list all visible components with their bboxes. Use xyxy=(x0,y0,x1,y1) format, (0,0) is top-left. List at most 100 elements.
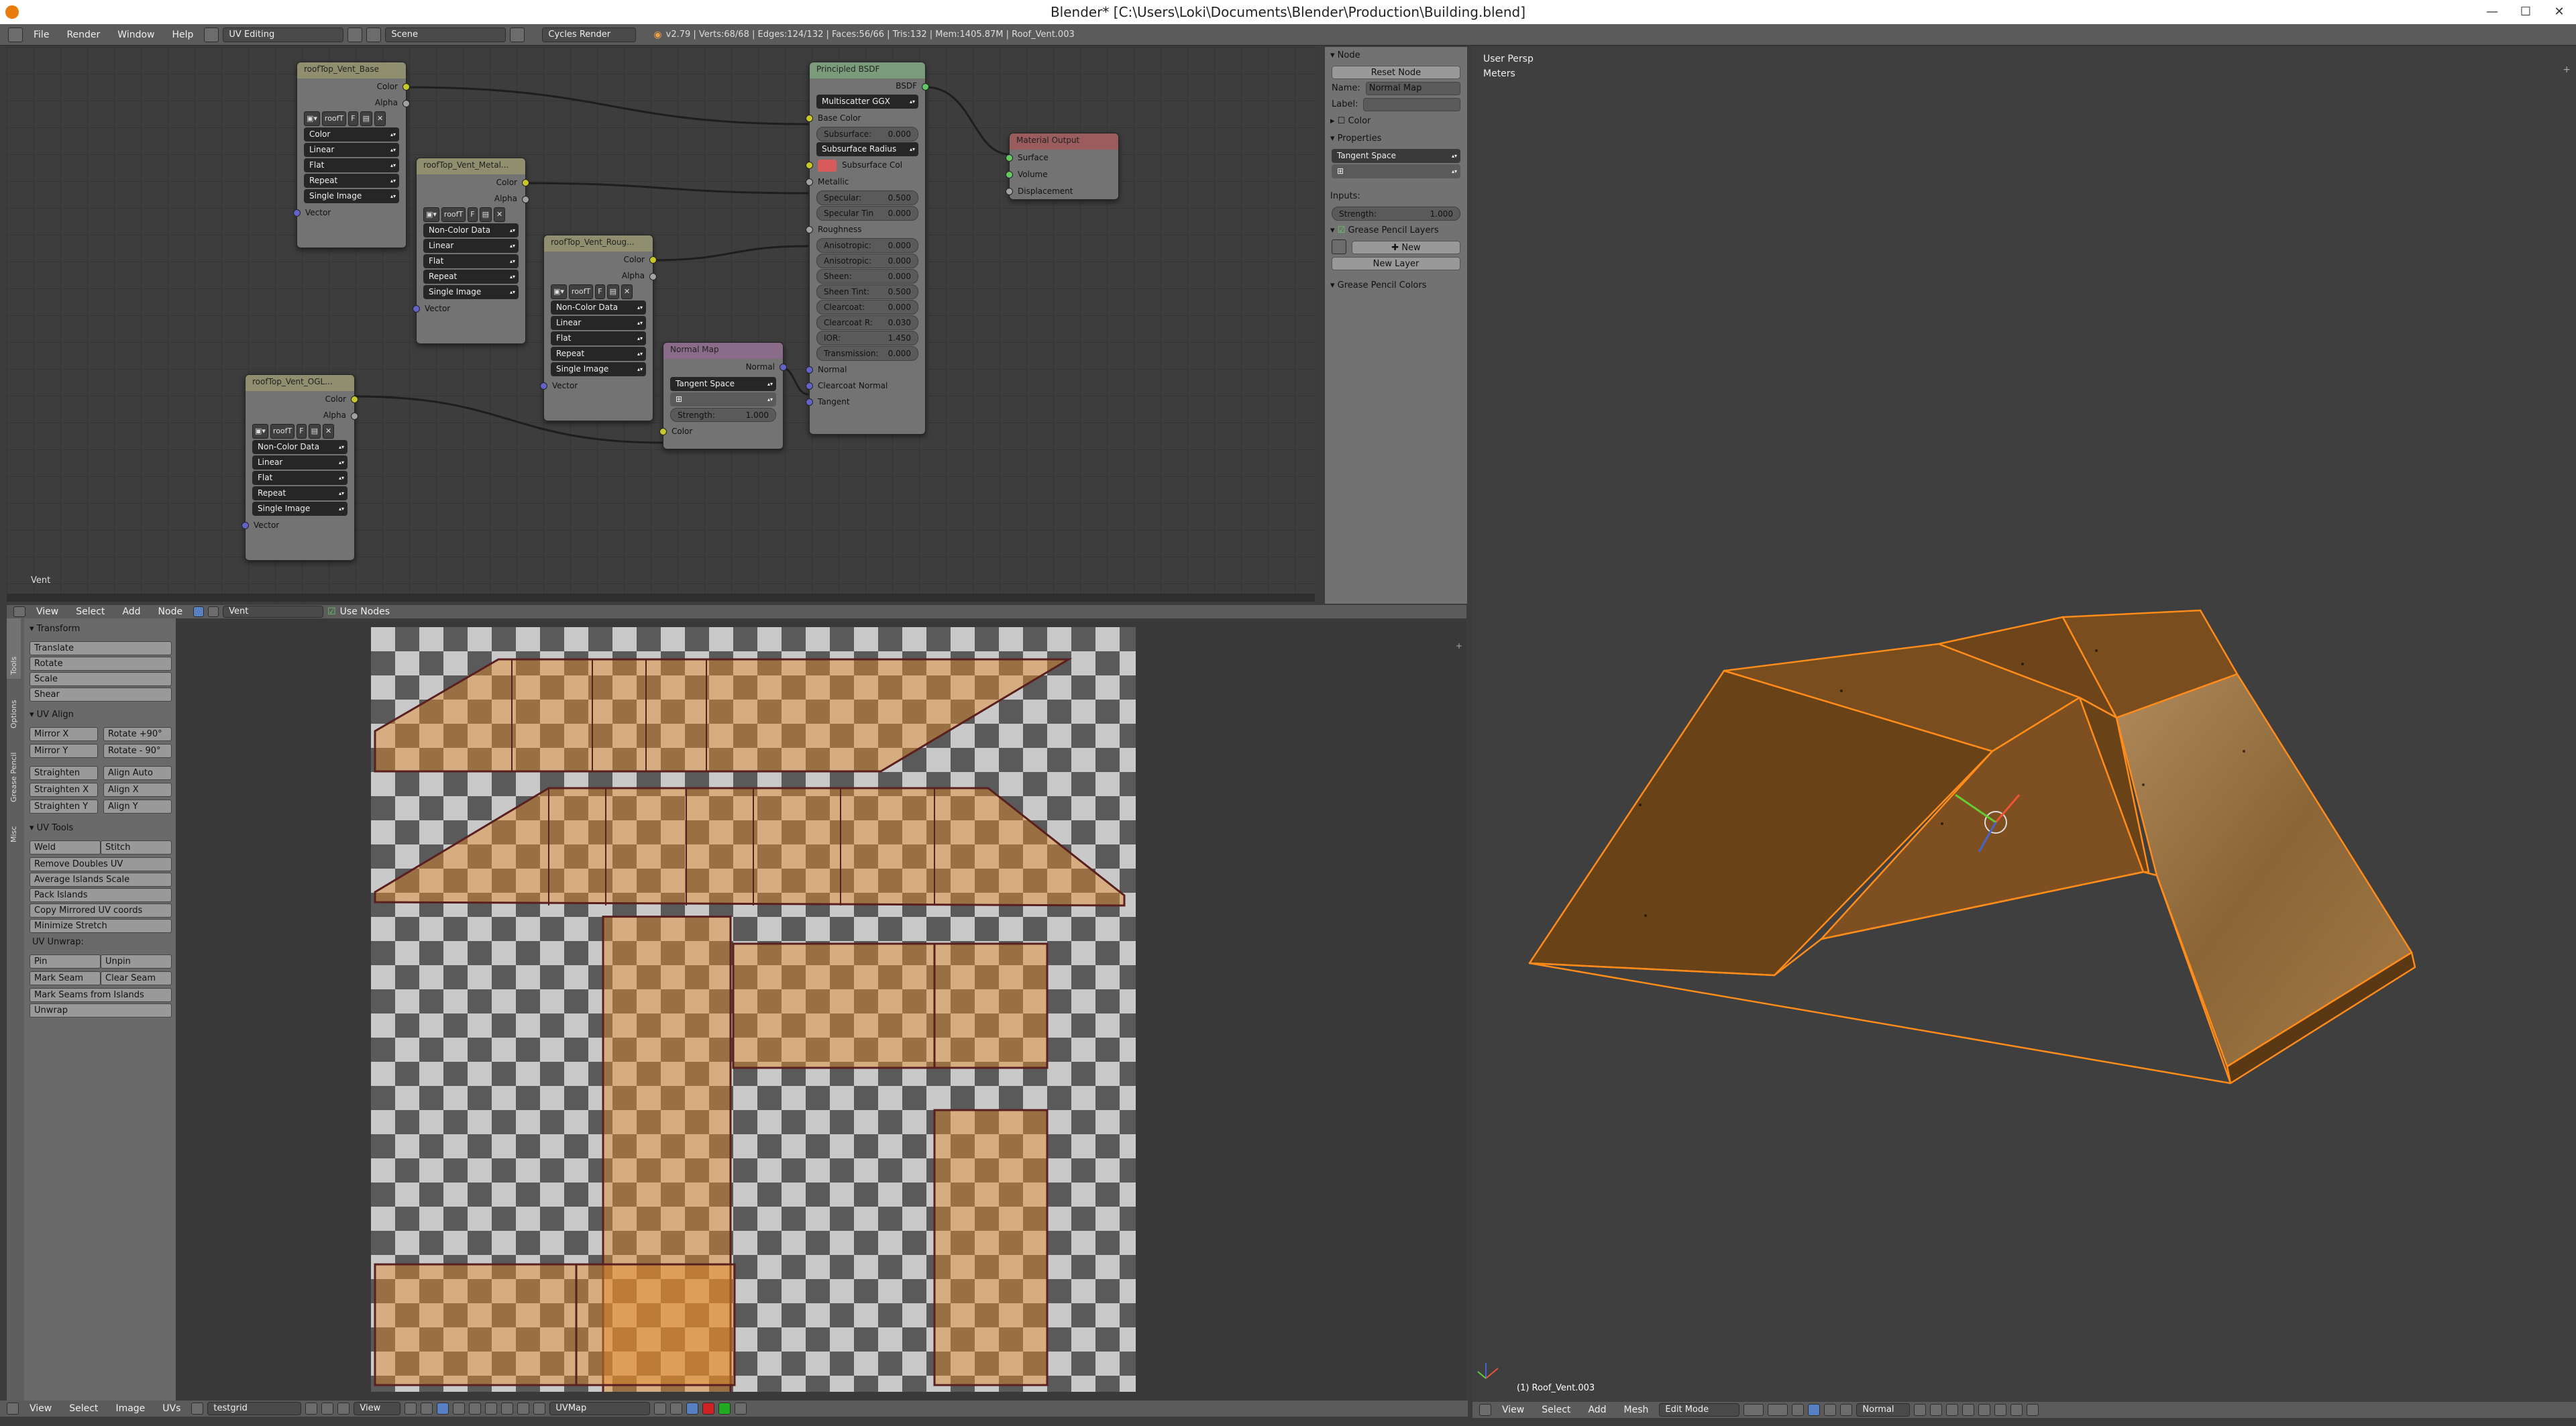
image-name[interactable]: roofT xyxy=(270,424,295,439)
projection-select[interactable]: Flat xyxy=(551,331,646,345)
copy-mirrored-uv-button[interactable]: Copy Mirrored UV coords xyxy=(30,903,172,918)
plus-icon[interactable]: + xyxy=(1456,641,1462,651)
uv-map-select[interactable]: UVMap xyxy=(549,1402,651,1415)
image-texture-node-base[interactable]: roofTop_Vent_Base Color Alpha ▣▾ roofT F ▤ ✕… xyxy=(293,62,410,248)
image-selector[interactable]: ▣▾ roofT F ▤ ✕ xyxy=(551,284,646,299)
socket-input[interactable] xyxy=(806,398,813,406)
socket-input[interactable] xyxy=(659,428,667,435)
add-scene-icon[interactable] xyxy=(510,27,525,42)
menu-render[interactable]: Render xyxy=(60,30,107,40)
bsdf-input-field[interactable]: Clearcoat R: 0.030 xyxy=(816,315,918,330)
menu-add[interactable]: Add xyxy=(1581,1405,1613,1415)
uv-tools-panel-header[interactable]: ▾ UV Tools xyxy=(30,822,172,839)
mirror-x-button[interactable]: Mirror X xyxy=(30,727,98,741)
editor-type-icon[interactable] xyxy=(8,27,23,42)
menu-uvs[interactable]: UVs xyxy=(156,1403,187,1414)
menu-help[interactable]: Help xyxy=(165,30,200,40)
gp-browse-icon[interactable] xyxy=(1332,239,1346,254)
uv-map-field[interactable]: ⊞ xyxy=(1332,164,1460,178)
image-name[interactable]: roofT xyxy=(321,111,347,126)
screen-layout-icon[interactable] xyxy=(204,27,219,42)
uv-map-field[interactable]: ⊞ xyxy=(670,392,776,406)
reset-node-button[interactable]: Reset Node xyxy=(1332,66,1460,79)
node-section-header[interactable]: ▾ Node xyxy=(1325,47,1467,64)
stitch-button[interactable]: Stitch xyxy=(101,840,172,855)
checkbox-icon[interactable]: ☑ xyxy=(1338,225,1346,235)
node-editor[interactable]: roofTop_Vent_Base Color Alpha ▣▾ roofT F ▤ ✕… xyxy=(7,47,1315,604)
unlink-icon[interactable]: ✕ xyxy=(621,284,633,299)
socket-input[interactable] xyxy=(1006,154,1013,162)
material-select[interactable]: Vent xyxy=(223,606,324,618)
source-select[interactable]: Single Image xyxy=(304,189,399,203)
properties-section-header[interactable]: ▾ Properties xyxy=(1325,130,1467,148)
socket-input[interactable] xyxy=(1006,188,1013,195)
socket-input[interactable] xyxy=(806,366,813,374)
menu-select[interactable]: Select xyxy=(1535,1405,1577,1415)
display-channels-icon[interactable] xyxy=(686,1403,699,1415)
mirror-y-button[interactable]: Mirror Y xyxy=(30,744,98,758)
projection-select[interactable]: Flat xyxy=(304,158,399,172)
image-browse-icon[interactable] xyxy=(191,1403,204,1415)
transform-orientation-select[interactable]: Normal xyxy=(1856,1403,1911,1417)
menu-window[interactable]: Window xyxy=(111,30,161,40)
color-section-header[interactable]: ▸ ☐ Color xyxy=(1325,113,1467,130)
image-browse-icon[interactable]: ▣▾ xyxy=(551,284,567,299)
normal-space-select[interactable]: Tangent Space xyxy=(1332,149,1460,163)
fake-user-button[interactable]: F xyxy=(348,111,358,126)
align-auto-button[interactable]: Align Auto xyxy=(103,766,172,780)
node-label-field[interactable] xyxy=(1363,98,1460,111)
3d-viewport[interactable]: User Persp Meters + (1) Roof_Vent.003 xyxy=(1472,47,2576,1402)
pack-islands-button[interactable]: Pack Islands xyxy=(30,888,172,902)
mode-select[interactable]: Edit Mode xyxy=(1659,1403,1740,1417)
bsdf-input-field[interactable]: Anisotropic: 0.000 xyxy=(816,254,918,268)
normal-map-node[interactable]: Normal Map Normal Tangent Space ⊞ Streng… xyxy=(659,342,787,449)
editor-type-icon[interactable] xyxy=(13,606,25,617)
socket-input[interactable] xyxy=(806,382,813,390)
image-browse-icon[interactable]: ▣▾ xyxy=(304,111,320,126)
new-image-icon[interactable] xyxy=(321,1403,334,1415)
menu-view[interactable]: View xyxy=(23,1403,58,1414)
pin-icon[interactable] xyxy=(670,1403,683,1415)
screen-layout-select[interactable]: UV Editing xyxy=(223,27,344,42)
color-swatch[interactable] xyxy=(818,159,837,172)
projection-select[interactable]: Flat xyxy=(252,471,347,485)
grease-pencil-colors-header[interactable]: ▾ Grease Pencil Colors xyxy=(1325,277,1467,294)
strength-field[interactable]: Strength: 1.000 xyxy=(670,408,776,422)
bsdf-input-dropdown[interactable]: Subsurface Radius xyxy=(816,142,918,156)
socket-input[interactable] xyxy=(806,162,813,169)
socket-output[interactable] xyxy=(649,273,657,280)
socket-output[interactable] xyxy=(351,413,358,420)
image-browse-icon[interactable]: ▣▾ xyxy=(423,207,439,222)
use-nodes-checkbox-icon[interactable]: ☑ xyxy=(327,606,336,617)
normal-space-select[interactable]: Tangent Space xyxy=(670,377,776,391)
minimize-stretch-button[interactable]: Minimize Stretch xyxy=(30,919,172,933)
lock-icon[interactable] xyxy=(735,1403,747,1415)
socket-input[interactable] xyxy=(293,209,301,217)
socket-input[interactable] xyxy=(806,115,813,122)
viewport-shading-icon[interactable] xyxy=(1743,1404,1764,1416)
straighten-button[interactable]: Straighten xyxy=(30,766,98,780)
menu-node[interactable]: Node xyxy=(152,606,190,617)
image-name[interactable]: roofT xyxy=(568,284,594,299)
scene-icon[interactable] xyxy=(366,27,382,42)
render-engine-select[interactable]: Cycles Render xyxy=(542,27,637,42)
bsdf-input-field[interactable]: Clearcoat: 0.000 xyxy=(816,300,918,315)
image-selector[interactable]: ▣▾ roofT F ▤ ✕ xyxy=(252,424,347,439)
socket-output[interactable] xyxy=(402,100,410,107)
edge-select-icon[interactable] xyxy=(453,1403,466,1415)
view-mode-select[interactable]: View xyxy=(354,1402,401,1415)
projection-select[interactable]: Flat xyxy=(423,254,519,268)
snap-element-icon[interactable] xyxy=(2010,1404,2023,1416)
align-y-button[interactable]: Align Y xyxy=(103,800,172,814)
menu-mesh[interactable]: Mesh xyxy=(1617,1405,1656,1415)
straighten-y-button[interactable]: Straighten Y xyxy=(30,800,98,814)
unlink-icon[interactable]: ✕ xyxy=(374,111,386,126)
socket-input[interactable] xyxy=(241,522,249,529)
editor-type-icon[interactable] xyxy=(1479,1404,1491,1416)
socket-output[interactable] xyxy=(351,396,358,403)
tab-tools[interactable]: Tools xyxy=(7,618,21,679)
socket-output[interactable] xyxy=(402,83,410,91)
bsdf-input-field[interactable]: Subsurface: 0.000 xyxy=(816,127,918,142)
fake-user-button[interactable]: F xyxy=(468,207,478,222)
menu-image[interactable]: Image xyxy=(109,1403,152,1414)
